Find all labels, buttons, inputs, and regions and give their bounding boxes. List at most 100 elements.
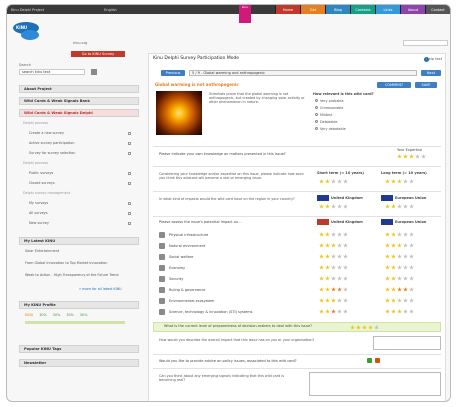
star-icon[interactable] — [403, 204, 408, 209]
star-icon[interactable] — [319, 298, 324, 303]
search-input[interactable] — [403, 39, 448, 46]
star-icon[interactable] — [325, 232, 330, 237]
star-icon[interactable] — [403, 243, 408, 248]
star-icon[interactable] — [385, 254, 390, 259]
star-icon[interactable] — [409, 254, 414, 259]
star-icon[interactable] — [409, 309, 414, 314]
star-icon[interactable] — [385, 179, 390, 184]
next-button[interactable]: Next — [421, 70, 441, 76]
star-icon[interactable] — [343, 287, 348, 292]
star-icon[interactable] — [343, 254, 348, 259]
relevance-option[interactable]: Very debatable — [315, 127, 346, 134]
star-icon[interactable] — [325, 309, 330, 314]
sidebar-item-checkbox[interactable] — [128, 212, 131, 215]
star-icon[interactable] — [403, 232, 408, 237]
star-icon[interactable] — [397, 179, 402, 184]
latest-item[interactable]: Weak to Action - High Transparency of th… — [25, 273, 133, 277]
star-icon[interactable] — [385, 265, 390, 270]
top-tab[interactable]: About — [400, 5, 425, 14]
star-icon[interactable] — [385, 309, 390, 314]
star-icon[interactable] — [337, 204, 342, 209]
star-icon[interactable] — [391, 243, 396, 248]
sidebar-item[interactable]: New survey — [29, 221, 49, 225]
sidebar-section[interactable]: About Project — [19, 85, 139, 93]
star-icon[interactable] — [319, 276, 324, 281]
star-icon[interactable] — [337, 287, 342, 292]
star-icon[interactable] — [397, 298, 402, 303]
sidebar-profile[interactable]: My KINU Profile — [19, 301, 139, 309]
star-icon[interactable] — [385, 243, 390, 248]
star-icon[interactable] — [403, 298, 408, 303]
star-icon[interactable] — [343, 276, 348, 281]
star-icon[interactable] — [343, 265, 348, 270]
search-icon[interactable] — [91, 69, 97, 75]
sidebar-popular-tags[interactable]: Popular KINU Tags — [19, 345, 139, 353]
star-icon[interactable] — [397, 309, 402, 314]
star-icon[interactable] — [391, 204, 396, 209]
comment-button[interactable]: COMMENT — [377, 82, 411, 88]
sidebar-item-checkbox[interactable] — [128, 152, 131, 155]
star-icon[interactable] — [385, 204, 390, 209]
star-icon[interactable] — [391, 254, 396, 259]
star-icon[interactable] — [374, 325, 379, 330]
star-icon[interactable] — [343, 204, 348, 209]
overall-impact-input[interactable] — [373, 336, 441, 350]
star-icon[interactable] — [337, 298, 342, 303]
star-icon[interactable] — [391, 265, 396, 270]
sidebar-item-checkbox[interactable] — [128, 222, 131, 225]
star-icon[interactable] — [397, 243, 402, 248]
sidebar-item[interactable]: Delphi survey management — [23, 191, 70, 195]
star-icon[interactable] — [397, 204, 402, 209]
no-icon[interactable] — [375, 358, 380, 363]
star-icon[interactable] — [397, 276, 402, 281]
star-icon[interactable] — [331, 287, 336, 292]
star-icon[interactable] — [325, 204, 330, 209]
star-icon[interactable] — [403, 309, 408, 314]
sidebar-item[interactable]: Delphi process — [23, 161, 48, 165]
top-tab[interactable]: Home — [275, 5, 300, 14]
star-icon[interactable] — [391, 232, 396, 237]
star-icon[interactable] — [331, 243, 336, 248]
star-icon[interactable] — [331, 232, 336, 237]
star-icon[interactable] — [391, 287, 396, 292]
star-icon[interactable] — [337, 309, 342, 314]
star-icon[interactable] — [356, 325, 361, 330]
star-icon[interactable] — [397, 254, 402, 259]
relevance-option[interactable]: Mildest — [315, 113, 346, 120]
top-tab[interactable]: Blog — [325, 5, 350, 14]
star-icon[interactable] — [343, 243, 348, 248]
star-icon[interactable] — [409, 276, 414, 281]
star-icon[interactable] — [325, 287, 330, 292]
star-icon[interactable] — [409, 204, 414, 209]
sidebar-search-input[interactable]: search kinu text — [19, 69, 85, 75]
star-icon[interactable] — [385, 287, 390, 292]
radio-button[interactable] — [315, 99, 318, 102]
sidebar-item[interactable]: Create a new survey — [29, 131, 64, 135]
star-icon[interactable] — [397, 265, 402, 270]
star-icon[interactable] — [337, 243, 342, 248]
star-icon[interactable] — [385, 276, 390, 281]
radio-button[interactable] — [315, 113, 318, 116]
yes-icon[interactable] — [367, 358, 372, 363]
star-icon[interactable] — [403, 265, 408, 270]
star-icon[interactable] — [325, 254, 330, 259]
star-icon[interactable] — [385, 232, 390, 237]
sidebar-item-checkbox[interactable] — [128, 202, 131, 205]
star-icon[interactable] — [391, 179, 396, 184]
star-icon[interactable] — [409, 287, 414, 292]
star-icon[interactable] — [343, 179, 348, 184]
sidebar-item-checkbox[interactable] — [128, 132, 131, 135]
top-tab[interactable]: Contact — [425, 5, 450, 14]
star-icon[interactable] — [415, 154, 420, 159]
star-icon[interactable] — [362, 325, 367, 330]
star-icon[interactable] — [409, 298, 414, 303]
site-logo[interactable]: KINU — [13, 20, 43, 42]
relevance-option[interactable]: Debatable — [315, 120, 346, 127]
star-icon[interactable] — [319, 287, 324, 292]
star-icon[interactable] — [319, 309, 324, 314]
sidebar-item[interactable]: Public surveys — [29, 171, 53, 175]
star-icon[interactable] — [421, 154, 426, 159]
star-icon[interactable] — [403, 179, 408, 184]
star-icon[interactable] — [319, 243, 324, 248]
star-icon[interactable] — [397, 287, 402, 292]
